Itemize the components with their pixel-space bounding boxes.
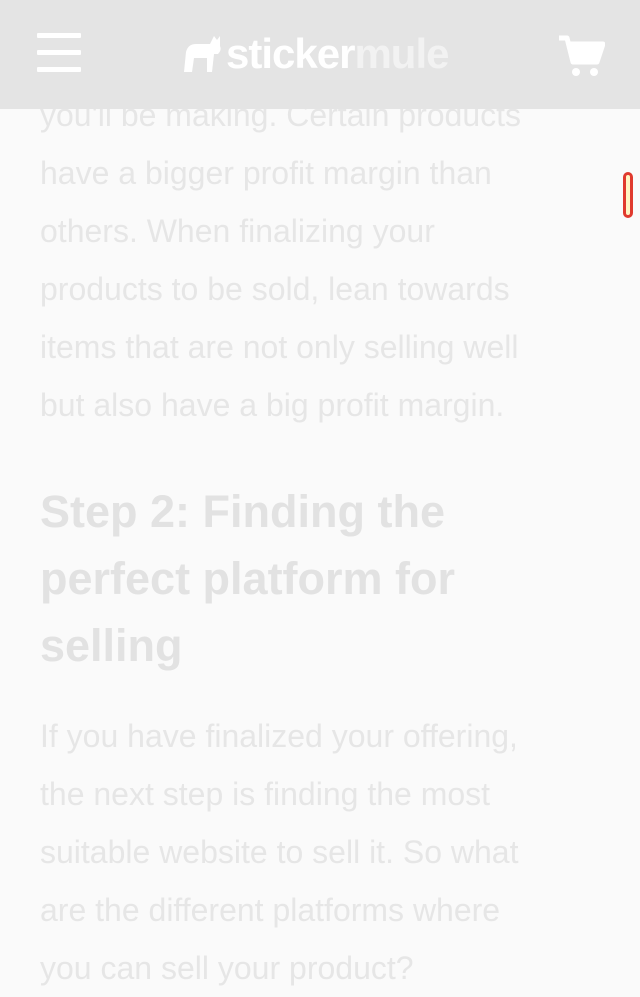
article-body: you'll be making. Certain products have … [40,86,605,997]
text-line: have a bigger profit margin than [40,155,492,191]
heading-line: perfect platform for [40,553,456,604]
scroll-position-indicator[interactable] [623,172,633,218]
heading-line: Step 2: Finding the [40,486,445,537]
paragraph-profit-margin: you'll be making. Certain products have … [40,86,605,434]
text-line: suitable website to sell it. So what [40,834,519,870]
text-line: but also have a big profit margin. [40,387,505,423]
logo-text-sticker: sticker [226,30,355,77]
section-heading-step-2: Step 2: Finding the perfect platform for… [40,478,605,679]
top-nav-bar: sticker mule [0,0,640,109]
hamburger-menu-icon[interactable] [37,33,81,73]
text-line: items that are not only selling well [40,329,519,365]
logo-text-mule: mule [354,30,449,77]
text-line: you can sell your product? [40,950,414,986]
heading-line: selling [40,620,183,671]
mule-logo-icon [184,36,221,72]
paragraph-platform: If you have finalized your offering, the… [40,707,605,997]
text-line: If you have finalized your offering, [40,718,518,754]
text-line: are the different platforms where [40,892,501,928]
text-line: others. When finalizing your [40,213,435,249]
text-line: the next step is finding the most [40,776,491,812]
text-line: products to be sold, lean towards [40,271,510,307]
shopping-cart-icon[interactable] [557,34,605,78]
stickermule-logo[interactable]: sticker mule [180,24,449,84]
